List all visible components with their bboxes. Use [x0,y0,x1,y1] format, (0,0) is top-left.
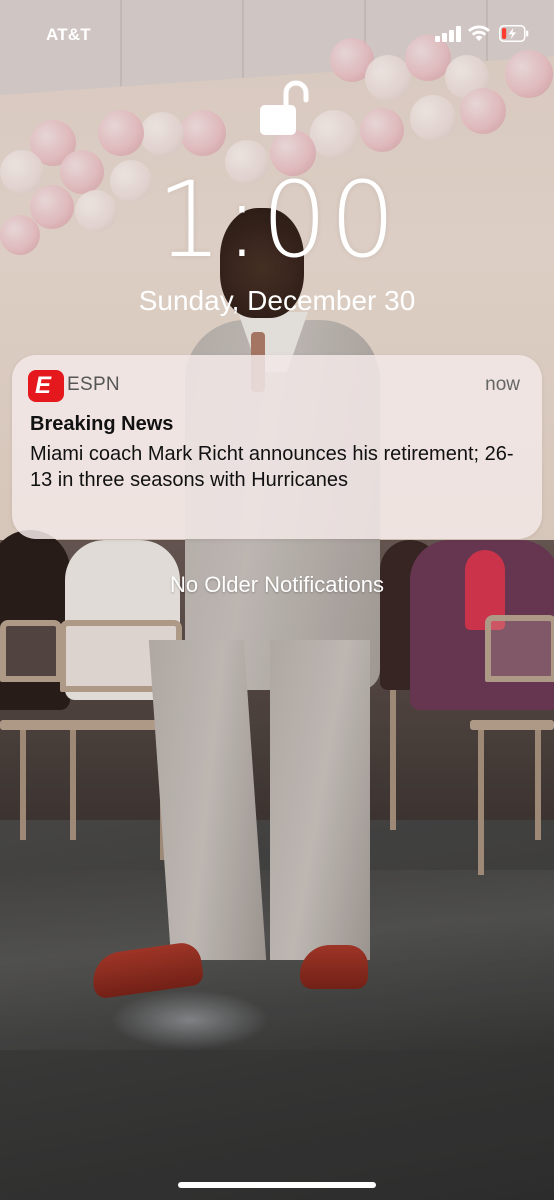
home-indicator[interactable] [178,1182,376,1188]
espn-notification[interactable]: E ESPN now Breaking News Miami coach Mar… [12,355,542,539]
unlocked-padlock-icon [260,80,309,135]
carrier-label: AT&T [46,25,91,44]
lock-screen-date: Sunday, December 30 [138,285,416,316]
notification-time: now [485,374,520,395]
battery-charging-icon [499,25,529,42]
lock-screen-time: 1:00 [156,159,398,281]
cellular-signal-icon [435,26,461,42]
wifi-icon [468,25,490,41]
notification-body: Miami coach Mark Richt announces his ret… [30,443,514,491]
no-older-notifications-label: No Older Notifications [170,572,384,597]
notification-title: Breaking News [30,413,174,435]
notification-app-name: ESPN [67,374,120,395]
espn-app-icon: E [28,370,64,402]
status-bar: AT&T [0,0,554,70]
espn-logo-glyph: E [35,372,52,399]
